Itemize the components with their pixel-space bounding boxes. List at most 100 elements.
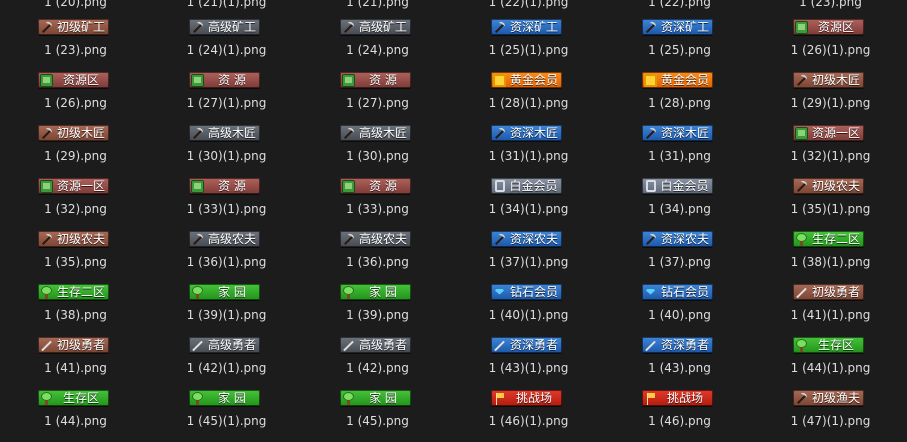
file-item[interactable]: 生存区 1 (44).png <box>0 389 151 442</box>
file-name-label[interactable]: 1 (40)(1).png <box>453 308 604 322</box>
file-item[interactable]: 高级矿工 1 (24).png <box>302 18 453 71</box>
file-name-label[interactable]: 1 (33).png <box>302 202 453 216</box>
file-name-label[interactable]: 1 (35)(1).png <box>755 202 906 216</box>
file-item[interactable]: 资 源 1 (33).png <box>302 177 453 230</box>
file-item[interactable]: 挑战场 1 (46).png <box>604 389 755 442</box>
file-item[interactable]: 资源区 1 (26).png <box>0 71 151 124</box>
file-name-label[interactable]: 1 (34)(1).png <box>453 202 604 216</box>
file-item[interactable]: 家 园 1 (45).png <box>302 389 453 442</box>
file-item[interactable]: 钻石会员 1 (40).png <box>604 283 755 336</box>
file-name-label[interactable]: 1 (27)(1).png <box>151 96 302 110</box>
file-item[interactable]: 高级农夫 1 (36).png <box>302 230 453 283</box>
file-name-label[interactable]: 1 (25).png <box>604 43 755 57</box>
file-item[interactable]: 资深矿工 1 (25).png <box>604 18 755 71</box>
file-name-label[interactable]: 1 (42).png <box>302 361 453 375</box>
file-name-label[interactable]: 1 (46)(1).png <box>453 414 604 428</box>
file-name-label[interactable]: 1 (30)(1).png <box>151 149 302 163</box>
file-name-label[interactable]: 1 (22).png <box>604 0 755 9</box>
file-name-label[interactable]: 1 (32)(1).png <box>755 149 906 163</box>
file-name-label[interactable]: 1 (38).png <box>0 308 151 322</box>
file-item[interactable]: 高级木匠 1 (30)(1).png <box>151 124 302 177</box>
file-name-label[interactable]: 1 (29)(1).png <box>755 96 906 110</box>
file-name-label[interactable]: 1 (41).png <box>0 361 151 375</box>
file-name-label[interactable]: 1 (36).png <box>302 255 453 269</box>
file-name-label[interactable]: 1 (43)(1).png <box>453 361 604 375</box>
file-name-label[interactable]: 1 (43).png <box>604 361 755 375</box>
file-item[interactable]: 初级勇者 1 (41).png <box>0 336 151 389</box>
file-name-label[interactable]: 1 (46).png <box>604 414 755 428</box>
file-item[interactable]: 高级矿工 1 (24)(1).png <box>151 18 302 71</box>
file-item[interactable]: 高级木匠 1 (30).png <box>302 124 453 177</box>
file-name-label[interactable]: 1 (26)(1).png <box>755 43 906 57</box>
file-name-label[interactable]: 1 (22)(1).png <box>453 0 604 9</box>
file-name-label[interactable]: 1 (20).png <box>0 0 151 9</box>
file-item[interactable]: 初级农夫 1 (35)(1).png <box>755 177 906 230</box>
file-item[interactable]: 初级木匠 1 (29)(1).png <box>755 71 906 124</box>
file-name-label[interactable]: 1 (40).png <box>604 308 755 322</box>
file-name-label[interactable]: 1 (21).png <box>302 0 453 9</box>
file-item[interactable]: 资深农夫 1 (37).png <box>604 230 755 283</box>
file-item[interactable]: 生存区 1 (44)(1).png <box>755 336 906 389</box>
file-item[interactable]: 资深木匠 1 (31)(1).png <box>453 124 604 177</box>
file-name-label[interactable]: 1 (25)(1).png <box>453 43 604 57</box>
file-item[interactable]: 生存二区 1 (38).png <box>0 283 151 336</box>
file-name-label[interactable]: 1 (45)(1).png <box>151 414 302 428</box>
file-item[interactable]: 资 源 1 (33)(1).png <box>151 177 302 230</box>
file-name-label[interactable]: 1 (24)(1).png <box>151 43 302 57</box>
file-name-label[interactable]: 1 (23).png <box>0 43 151 57</box>
file-name-label[interactable]: 1 (45).png <box>302 414 453 428</box>
file-name-label[interactable]: 1 (47)(1).png <box>755 414 906 428</box>
file-name-label[interactable]: 1 (27).png <box>302 96 453 110</box>
file-name-label[interactable]: 1 (38)(1).png <box>755 255 906 269</box>
file-item[interactable]: 钻石会员 1 (40)(1).png <box>453 283 604 336</box>
file-item[interactable]: 资源一区 1 (32)(1).png <box>755 124 906 177</box>
file-item[interactable]: 初级勇者 1 (41)(1).png <box>755 283 906 336</box>
file-name-label[interactable]: 1 (33)(1).png <box>151 202 302 216</box>
file-item[interactable]: 黄金会员 1 (28).png <box>604 71 755 124</box>
file-item[interactable]: 白金会员 1 (34)(1).png <box>453 177 604 230</box>
file-item[interactable]: 高级勇者 1 (42)(1).png <box>151 336 302 389</box>
file-item[interactable]: 初级渔夫 1 (47)(1).png <box>755 389 906 442</box>
file-name-label[interactable]: 1 (39).png <box>302 308 453 322</box>
file-item[interactable]: 黄金会员 1 (28)(1).png <box>453 71 604 124</box>
file-name-label[interactable]: 1 (28).png <box>604 96 755 110</box>
file-item[interactable]: 资深木匠 1 (31).png <box>604 124 755 177</box>
file-item[interactable]: 初级矿工 1 (23).png <box>0 18 151 71</box>
file-name-label[interactable]: 1 (44).png <box>0 414 151 428</box>
file-name-label[interactable]: 1 (41)(1).png <box>755 308 906 322</box>
file-item[interactable]: 资源区 1 (26)(1).png <box>755 18 906 71</box>
file-name-label[interactable]: 1 (23).png <box>755 0 906 9</box>
file-name-label[interactable]: 1 (36)(1).png <box>151 255 302 269</box>
file-name-label[interactable]: 1 (21)(1).png <box>151 0 302 9</box>
file-name-label[interactable]: 1 (31).png <box>604 149 755 163</box>
file-item[interactable]: 资深农夫 1 (37)(1).png <box>453 230 604 283</box>
file-item[interactable]: 家 园 1 (39)(1).png <box>151 283 302 336</box>
file-item[interactable]: 资 源 1 (27)(1).png <box>151 71 302 124</box>
file-name-label[interactable]: 1 (28)(1).png <box>453 96 604 110</box>
file-item[interactable]: 资深矿工 1 (25)(1).png <box>453 18 604 71</box>
file-item[interactable]: 挑战场 1 (46)(1).png <box>453 389 604 442</box>
file-name-label[interactable]: 1 (42)(1).png <box>151 361 302 375</box>
file-name-label[interactable]: 1 (26).png <box>0 96 151 110</box>
file-name-label[interactable]: 1 (24).png <box>302 43 453 57</box>
file-item[interactable]: 生存二区 1 (38)(1).png <box>755 230 906 283</box>
file-item[interactable]: 初级木匠 1 (29).png <box>0 124 151 177</box>
file-name-label[interactable]: 1 (32).png <box>0 202 151 216</box>
file-item[interactable]: 资深勇者 1 (43).png <box>604 336 755 389</box>
file-name-label[interactable]: 1 (31)(1).png <box>453 149 604 163</box>
file-item[interactable]: 资源一区 1 (32).png <box>0 177 151 230</box>
file-item[interactable]: 初级农夫 1 (35).png <box>0 230 151 283</box>
file-item[interactable]: 高级勇者 1 (42).png <box>302 336 453 389</box>
file-item[interactable]: 家 园 1 (45)(1).png <box>151 389 302 442</box>
file-name-label[interactable]: 1 (35).png <box>0 255 151 269</box>
file-name-label[interactable]: 1 (29).png <box>0 149 151 163</box>
file-item[interactable]: 高级农夫 1 (36)(1).png <box>151 230 302 283</box>
file-name-label[interactable]: 1 (34).png <box>604 202 755 216</box>
file-name-label[interactable]: 1 (37).png <box>604 255 755 269</box>
file-item[interactable]: 家 园 1 (39).png <box>302 283 453 336</box>
file-item[interactable]: 白金会员 1 (34).png <box>604 177 755 230</box>
file-name-label[interactable]: 1 (39)(1).png <box>151 308 302 322</box>
file-name-label[interactable]: 1 (44)(1).png <box>755 361 906 375</box>
file-item[interactable]: 资深勇者 1 (43)(1).png <box>453 336 604 389</box>
file-item[interactable]: 资 源 1 (27).png <box>302 71 453 124</box>
